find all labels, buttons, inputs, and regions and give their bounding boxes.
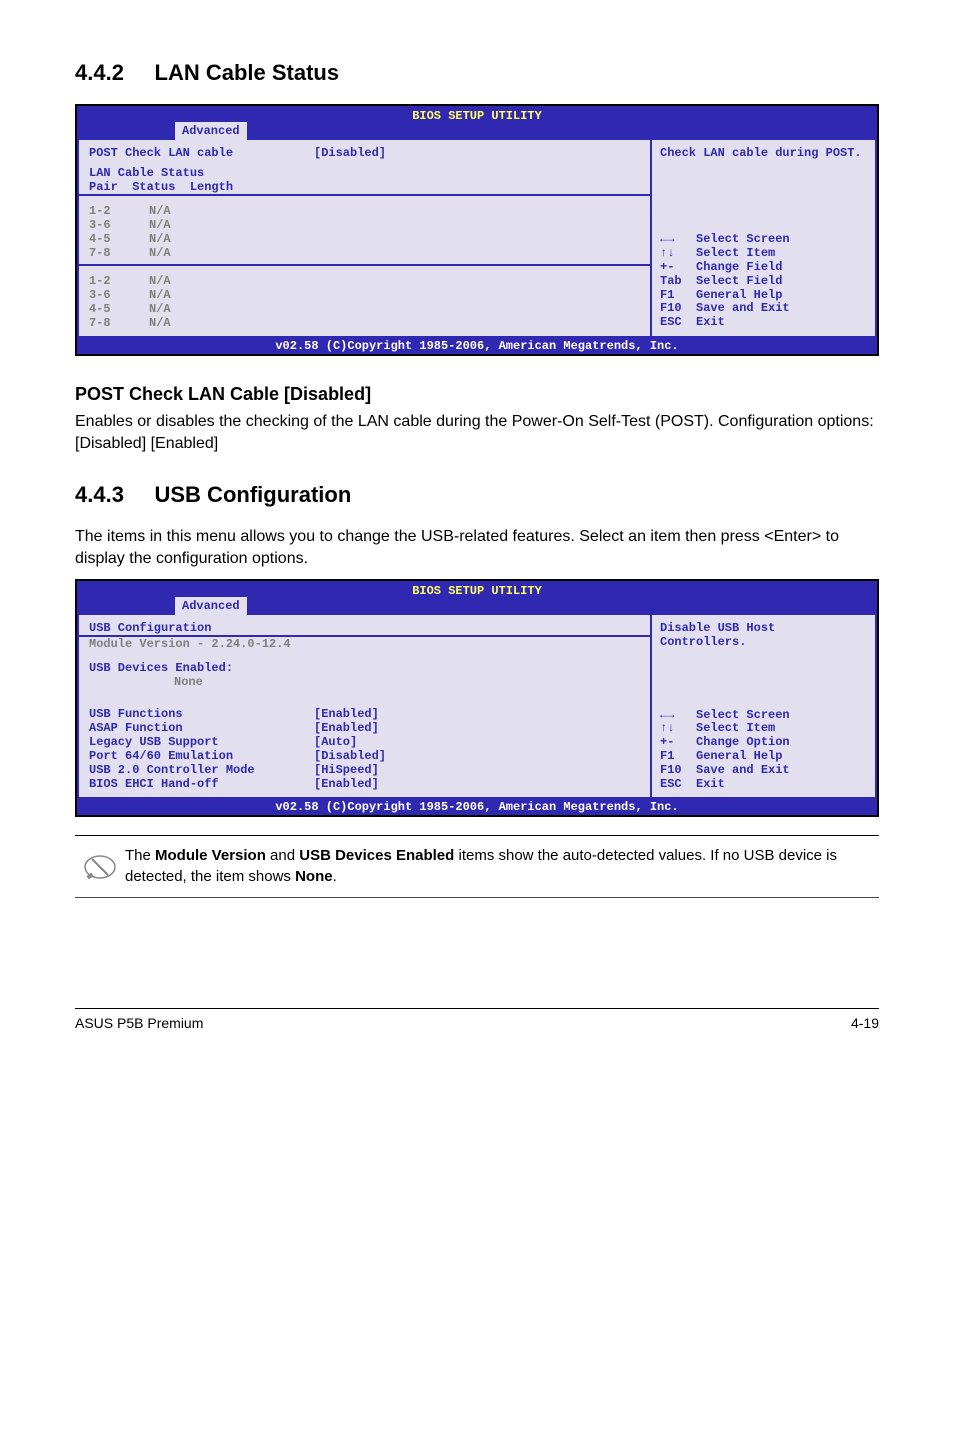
section-num: 4.4.3 xyxy=(75,482,124,507)
bios-tab-advanced: Advanced xyxy=(175,122,247,140)
pair-col-hdr: Pair Status Length xyxy=(89,180,640,194)
usb-devices-enabled-val: None xyxy=(89,675,640,689)
bios-footer: v02.58 (C)Copyright 1985-2006, American … xyxy=(77,338,877,354)
bios-tab-advanced: Advanced xyxy=(175,597,247,615)
cfg-row: BIOS EHCI Hand-off[Enabled] xyxy=(89,777,640,791)
pair-row: 3-6N/A xyxy=(89,288,640,302)
usb-config-hdr: USB Configuration xyxy=(89,621,640,635)
bios-title: BIOS SETUP UTILITY xyxy=(83,583,871,598)
section-heading-443: 4.4.3 USB Configuration xyxy=(75,482,879,508)
pair-row: 1-2N/A xyxy=(89,274,640,288)
cfg-row: Legacy USB Support[Auto] xyxy=(89,735,640,749)
bios-context-help: Disable USB Host Controllers. xyxy=(660,621,867,649)
bios-left-panel: USB Configuration Module Version - 2.24.… xyxy=(77,615,652,799)
note-icon xyxy=(75,846,125,887)
cfg-row: ASAP Function[Enabled] xyxy=(89,721,640,735)
pair-row: 4-5N/A xyxy=(89,232,640,246)
bios-header: BIOS SETUP UTILITY Advanced xyxy=(77,581,877,615)
bios-header: BIOS SETUP UTILITY Advanced xyxy=(77,106,877,140)
footer-right: 4-19 xyxy=(851,1015,879,1031)
post-check-label: POST Check LAN cable xyxy=(89,146,314,160)
cfg-row: Port 64/60 Emulation[Disabled] xyxy=(89,749,640,763)
usb-devices-enabled-hdr: USB Devices Enabled: xyxy=(89,661,640,675)
note-box: The Module Version and USB Devices Enabl… xyxy=(75,835,879,898)
section-title: LAN Cable Status xyxy=(155,60,340,85)
module-version: Module Version - 2.24.0-12.4 xyxy=(89,637,640,651)
pair-row: 7-8N/A xyxy=(89,316,640,330)
pair-row: 7-8N/A xyxy=(89,246,640,260)
cfg-row: USB Functions[Enabled] xyxy=(89,707,640,721)
cfg-row: USB 2.0 Controller Mode[HiSpeed] xyxy=(89,763,640,777)
pair-row: 3-6N/A xyxy=(89,218,640,232)
pair-row: 4-5N/A xyxy=(89,302,640,316)
section-heading-442: 4.4.2 LAN Cable Status xyxy=(75,60,879,86)
bios-key-help: ←→ Select Screen ↑↓ Select Item +- Chang… xyxy=(660,709,867,792)
section-num: 4.4.2 xyxy=(75,60,124,85)
pair-row: 1-2N/A xyxy=(89,204,640,218)
bios-context-help: Check LAN cable during POST. xyxy=(660,146,867,160)
bios-footer: v02.58 (C)Copyright 1985-2006, American … xyxy=(77,799,877,815)
page-footer: ASUS P5B Premium 4-19 xyxy=(75,1008,879,1031)
paragraph-usb-intro: The items in this menu allows you to cha… xyxy=(75,526,879,569)
lan-cable-status-hdr: LAN Cable Status xyxy=(89,166,640,180)
section-title: USB Configuration xyxy=(155,482,352,507)
paragraph-post-check: Enables or disables the checking of the … xyxy=(75,411,879,454)
bios-title: BIOS SETUP UTILITY xyxy=(83,108,871,123)
bios-key-help: ←→ Select Screen ↑↓ Select Item +- Chang… xyxy=(660,233,867,330)
bios-screenshot-lan: BIOS SETUP UTILITY Advanced POST Check L… xyxy=(75,104,879,356)
bios-right-panel: Check LAN cable during POST. ←→ Select S… xyxy=(652,140,877,338)
bios-screenshot-usb: BIOS SETUP UTILITY Advanced USB Configur… xyxy=(75,579,879,817)
footer-left: ASUS P5B Premium xyxy=(75,1015,203,1031)
bios-left-panel: POST Check LAN cable [Disabled] LAN Cabl… xyxy=(77,140,652,338)
note-text: The Module Version and USB Devices Enabl… xyxy=(125,846,879,887)
post-check-value: [Disabled] xyxy=(314,146,386,160)
subheading-post-check: POST Check LAN Cable [Disabled] xyxy=(75,384,879,405)
bios-right-panel: Disable USB Host Controllers. ←→ Select … xyxy=(652,615,877,799)
